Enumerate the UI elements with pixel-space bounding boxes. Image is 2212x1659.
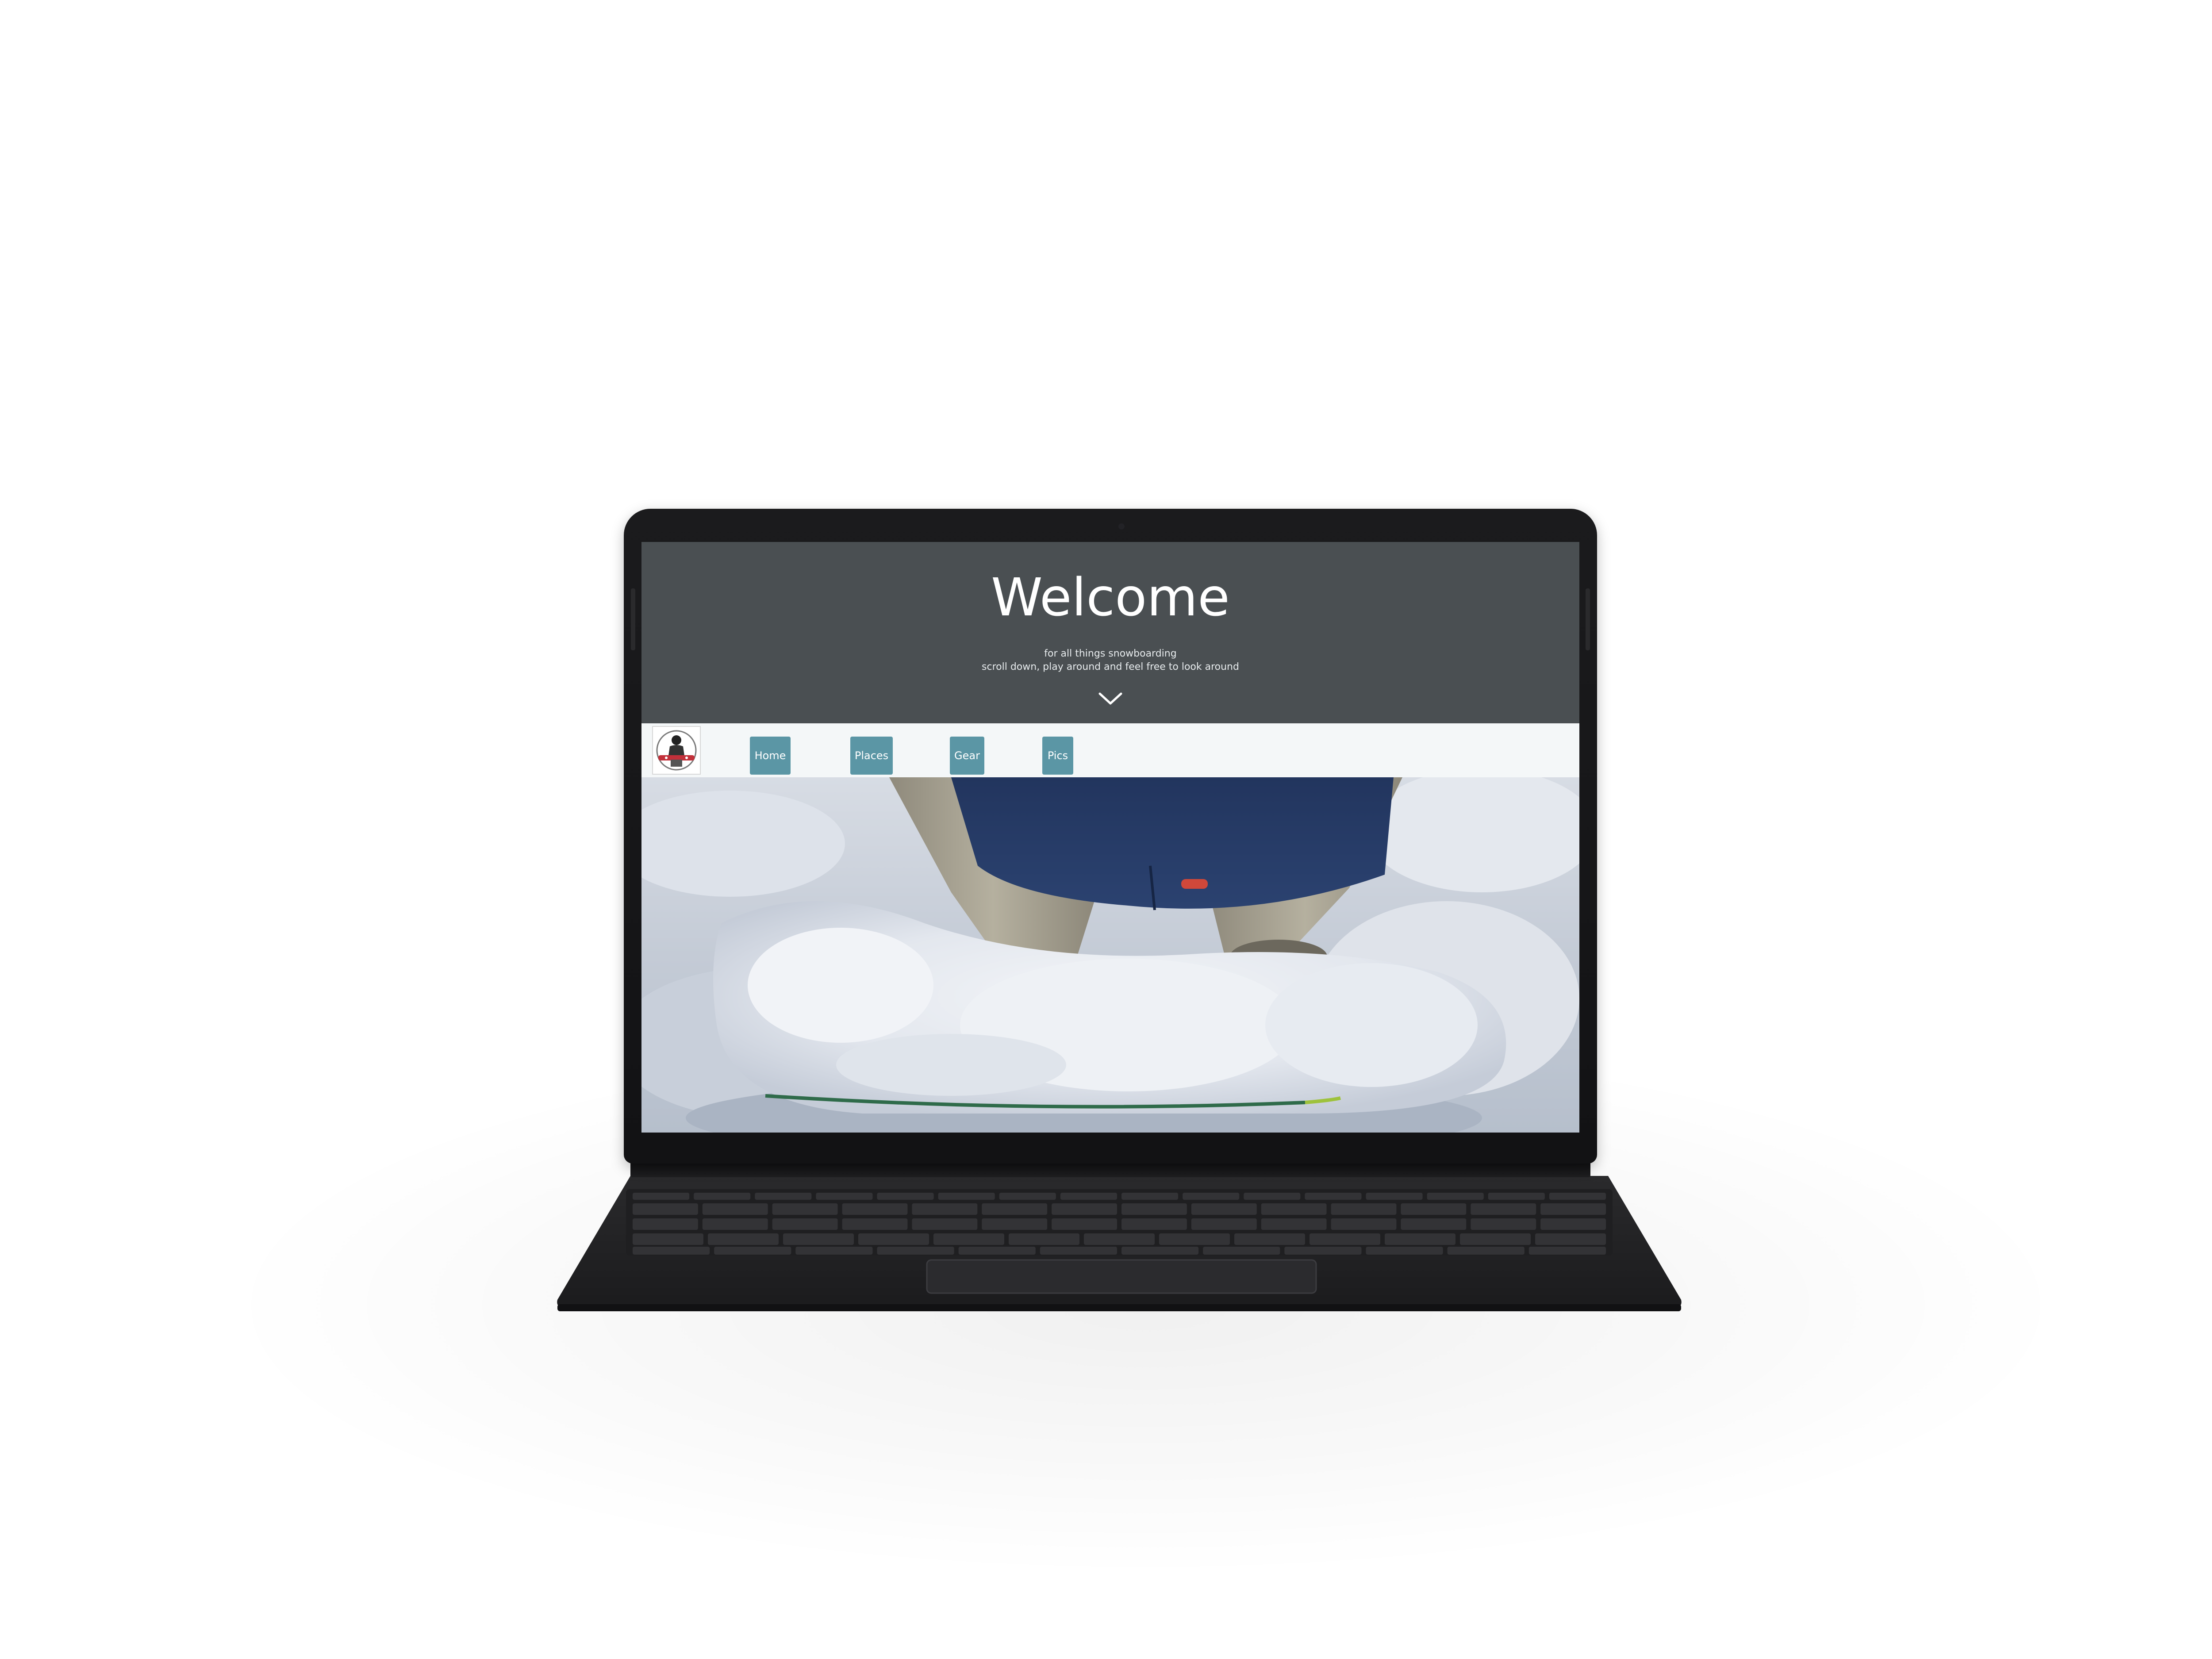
- device-screen: Welcome for all things snowboarding scro…: [641, 542, 1579, 1133]
- camera-icon: [1118, 523, 1125, 530]
- side-button-left: [631, 588, 635, 650]
- snowboarder-logo-icon[interactable]: [652, 726, 701, 775]
- nav-item-home[interactable]: Home: [750, 737, 791, 775]
- snowboard-in-snow-image: [641, 777, 1579, 1133]
- hero-subtitle-line-1: for all things snowboarding: [1044, 648, 1177, 659]
- chevron-down-icon[interactable]: [1097, 690, 1124, 708]
- nav-item-gear[interactable]: Gear: [950, 737, 984, 775]
- hero-title: Welcome: [991, 567, 1230, 628]
- hinge: [630, 1161, 1590, 1177]
- hero-photo: [641, 777, 1579, 1133]
- hero-subtitle-line-2: scroll down, play around and feel free t…: [982, 661, 1239, 672]
- nav-item-pics[interactable]: Pics: [1042, 737, 1073, 775]
- navigation-bar: Home Places Gear Pics: [641, 723, 1579, 777]
- nav-item-places[interactable]: Places: [850, 737, 893, 775]
- hero-section: Welcome for all things snowboarding scro…: [641, 542, 1579, 723]
- keyboard-base: [557, 1176, 1682, 1311]
- side-button-right: [1586, 588, 1590, 650]
- mockup-stage: Welcome for all things snowboarding scro…: [0, 0, 2212, 1659]
- hero-subtitle: for all things snowboarding scroll down,…: [641, 647, 1579, 674]
